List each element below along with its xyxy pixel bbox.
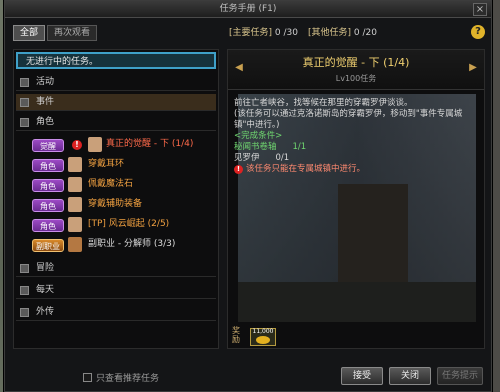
- condition-2-label: 见罗伊: [234, 153, 260, 163]
- npc-portrait-icon: [68, 177, 82, 192]
- task-type-badge: 角色: [32, 159, 64, 172]
- tab-bar: 全部 再次观看: [13, 25, 98, 41]
- expand-icon: [20, 78, 29, 87]
- collapse-icon: [20, 118, 29, 127]
- help-icon[interactable]: ?: [471, 25, 485, 39]
- condition-1-label: 秘闻书卷轴: [234, 142, 277, 152]
- close-button[interactable]: 关闭: [389, 367, 431, 385]
- task-row[interactable]: 觉醒 ! 真正的觉醒 - 下 (1/4): [16, 136, 216, 154]
- category-side[interactable]: 外传: [16, 304, 216, 321]
- category-activity[interactable]: 活动: [16, 74, 216, 91]
- alert-icon: !: [72, 140, 82, 150]
- complete-condition-label: <完成条件>: [234, 131, 283, 141]
- quest-detail-header: ◀ 真正的觉醒 - 下 (1/4) Lv100任务 ▶: [228, 50, 484, 90]
- tab-all[interactable]: 全部: [13, 25, 46, 41]
- expand-icon: [20, 264, 29, 273]
- quest-detail-panel: ◀ 真正的觉醒 - 下 (1/4) Lv100任务 ▶ 前往亡者峡谷，找等候在那…: [227, 49, 485, 349]
- close-icon[interactable]: ×: [473, 3, 487, 16]
- recommend-label: 只查看推荐任务: [96, 374, 160, 384]
- category-event[interactable]: 事件: [16, 94, 216, 111]
- reward-item-slot[interactable]: 11,000: [250, 328, 276, 346]
- quest-level: Lv100任务: [335, 74, 377, 83]
- category-adventure[interactable]: 冒险: [16, 260, 216, 277]
- task-label: [TP] 风云崛起 (2/5): [88, 219, 170, 229]
- task-label: 佩戴魔法石: [88, 179, 134, 189]
- accept-button[interactable]: 接受: [341, 367, 383, 385]
- category-daily[interactable]: 每天: [16, 282, 216, 299]
- quest-warning: ! 该任务只能在专属城镇中进行。: [234, 164, 480, 175]
- condition-1-value: 1/1: [292, 142, 307, 152]
- quest-list: 无进行中的任务。 活动 事件 角色 觉醒 ! 真正的觉醒 - 下 (1/4) 角…: [13, 49, 219, 349]
- npc-portrait-icon: [88, 137, 102, 152]
- gold-coin-icon: [256, 336, 270, 344]
- window-title: 任务手册 (F1): [219, 4, 277, 14]
- tab-rewatch[interactable]: 再次观看: [47, 25, 98, 41]
- npc-portrait-icon: [68, 197, 82, 212]
- task-label: 穿戴辅助装备: [88, 199, 143, 209]
- reward-label: 奖励: [232, 326, 240, 344]
- task-type-badge: 角色: [32, 219, 64, 232]
- task-row[interactable]: 角色 穿戴辅助装备: [16, 196, 216, 214]
- desc-line-2: (该任务可以通过克洛诺斯岛的穿霸罗伊，移动到"事件专属城镇"中进行。): [234, 109, 463, 130]
- main-quest-count: 0 /30: [274, 28, 298, 38]
- condition-2-value: 0/1: [275, 153, 290, 163]
- warning-icon: !: [234, 165, 243, 174]
- task-type-badge: 角色: [32, 179, 64, 192]
- expand-icon: [20, 98, 29, 107]
- task-type-badge: 觉醒: [32, 139, 64, 152]
- quest-counters: [主要任务] 0 /30 [其他任务] 0 /20: [229, 25, 377, 41]
- task-row[interactable]: 角色 佩戴魔法石: [16, 176, 216, 194]
- task-type-badge: 角色: [32, 199, 64, 212]
- npc-portrait-icon: [68, 237, 82, 252]
- category-role[interactable]: 角色: [16, 114, 216, 131]
- task-row[interactable]: 角色 [TP] 风云崛起 (2/5): [16, 216, 216, 234]
- other-quest-label: [其他任务]: [307, 28, 352, 38]
- footer-buttons: 接受 关闭 任务提示: [341, 367, 483, 385]
- quest-description: 前往亡者峡谷，找等候在那里的穿霸罗伊谈谈。 (该任务可以通过克洛诺斯岛的穿霸罗伊…: [234, 98, 480, 175]
- window-titlebar[interactable]: 任务手册 (F1) ×: [5, 1, 491, 18]
- task-row[interactable]: 副职业 副职业 - 分解师 (3/3): [16, 236, 216, 254]
- recommend-filter[interactable]: 只查看推荐任务: [83, 371, 159, 384]
- task-type-badge: 副职业: [32, 239, 64, 252]
- main-quest-label: [主要任务]: [229, 28, 273, 38]
- list-item-unstarted[interactable]: 无进行中的任务。: [16, 52, 216, 69]
- task-label: 真正的觉醒 - 下 (1/4): [106, 139, 194, 149]
- npc-portrait-icon: [68, 157, 82, 172]
- npc-portrait-icon: [68, 217, 82, 232]
- other-quest-count: 0 /20: [353, 28, 377, 38]
- recommend-checkbox[interactable]: [83, 373, 92, 382]
- expand-icon: [20, 308, 29, 317]
- quest-journal-window: 任务手册 (F1) × 全部 再次观看 [主要任务] 0 /30 [其他任务] …: [4, 0, 492, 392]
- condition-row: 见罗伊 0/1: [234, 153, 480, 164]
- expand-icon: [20, 286, 29, 295]
- condition-row: 秘闻书卷轴 1/1: [234, 142, 480, 153]
- next-arrow-icon[interactable]: ▶: [466, 62, 480, 74]
- task-label: 副职业 - 分解师 (3/3): [88, 239, 176, 249]
- task-row[interactable]: 角色 穿戴耳环: [16, 156, 216, 174]
- quest-hint-button[interactable]: 任务提示: [437, 367, 483, 385]
- desc-line-1: 前往亡者峡谷，找等候在那里的穿霸罗伊谈谈。: [234, 98, 413, 108]
- quest-title: 真正的觉醒 - 下 (1/4): [302, 56, 410, 69]
- task-label: 穿戴耳环: [88, 159, 125, 169]
- reward-count: 11,000: [252, 328, 274, 335]
